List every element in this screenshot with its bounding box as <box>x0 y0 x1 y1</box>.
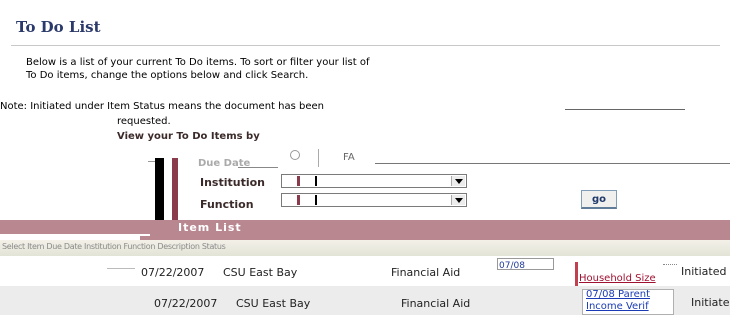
page-title: To Do List <box>16 18 101 36</box>
select-marker <box>315 176 317 186</box>
divider <box>663 264 677 266</box>
intro-text-line-1: Below is a list of your current To Do it… <box>26 57 370 68</box>
select-marker <box>297 176 300 186</box>
due-date-input[interactable] <box>238 151 278 168</box>
row-function: Financial Aid <box>401 297 471 310</box>
function-label: Function <box>200 198 254 211</box>
divider <box>107 268 135 269</box>
filter-heading: View your To Do Items by <box>117 131 260 142</box>
go-button[interactable]: go <box>581 190 617 209</box>
row-description-link[interactable]: 07/08 Parent <box>586 289 650 300</box>
item-list-heading: Item List <box>178 221 242 234</box>
due-date-radio[interactable] <box>290 150 300 160</box>
divider <box>565 109 685 110</box>
row-institution: CSU East Bay <box>236 297 311 310</box>
row-description-link[interactable]: Household Size <box>579 273 656 284</box>
row-description-link[interactable]: Income Verif <box>586 301 649 312</box>
select-marker <box>315 195 317 205</box>
divider <box>375 163 730 164</box>
table-header-labels: Select Item Due Date Institution Functio… <box>2 242 226 251</box>
institution-label: Institution <box>200 176 266 189</box>
function-select[interactable] <box>281 193 467 207</box>
row-due-date: 07/22/2007 <box>154 297 218 310</box>
row-description-link[interactable]: 07/08 Parent <box>497 258 554 270</box>
row-function: Financial Aid <box>391 266 461 279</box>
row-due-date: 07/22/2007 <box>141 266 205 279</box>
row-status: Initiate <box>691 296 730 309</box>
select-marker <box>297 195 300 205</box>
status-note: Note: Initiated under Item Status means … <box>0 101 324 112</box>
status-note-continuation: requested. <box>117 116 171 127</box>
chevron-down-icon[interactable] <box>451 195 465 205</box>
divider <box>318 149 319 167</box>
row-institution: CSU East Bay <box>223 266 298 279</box>
due-date-option-label: FA <box>343 152 355 163</box>
panel-accent-bar <box>172 158 178 228</box>
panel-gap <box>164 158 172 228</box>
row-status: Initiated <box>681 265 727 278</box>
title-bar <box>11 11 720 46</box>
panel-bar <box>155 158 164 228</box>
chevron-down-icon[interactable] <box>451 176 465 186</box>
intro-text-line-2: To Do items, change the options below an… <box>26 70 309 81</box>
institution-select[interactable] <box>281 174 467 188</box>
